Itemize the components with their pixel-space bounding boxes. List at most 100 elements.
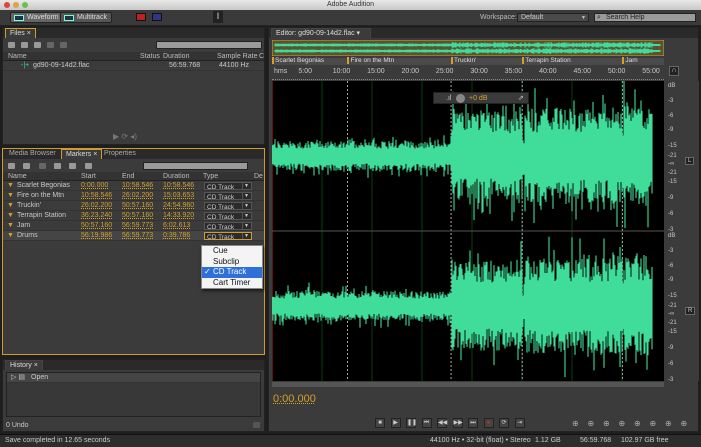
search-help-input[interactable]: ⌕ Search Help: [594, 13, 696, 22]
marker-end[interactable]: 10:58.546: [122, 181, 153, 190]
menu-item-cd-track[interactable]: CD Track: [202, 267, 262, 278]
marker-start[interactable]: 56:19.986: [81, 231, 112, 240]
marker-name[interactable]: Drums: [17, 231, 38, 240]
zoom-window-button[interactable]: [22, 2, 28, 8]
waveform-button[interactable]: Waveform: [10, 12, 64, 23]
zoom-out-amplitude-icon[interactable]: ⊕: [588, 419, 595, 428]
channel-label-r[interactable]: R: [685, 307, 696, 315]
marker-duration[interactable]: 14:33.920: [163, 211, 194, 220]
marker-name[interactable]: Fire on the Mtn: [17, 191, 64, 200]
marker-type-select[interactable]: CD Track ▼: [204, 222, 252, 231]
marker-type-select[interactable]: CD Track ▼: [204, 182, 252, 191]
zoom-out-time-icon[interactable]: ⊕: [619, 419, 626, 428]
timeline-ruler[interactable]: hms 5:00 10:00 15:00 20:00 25:00 30:00 35:00 40:…: [272, 66, 664, 80]
export-markers-icon[interactable]: [69, 163, 76, 169]
marker-start[interactable]: 50:57.160: [81, 221, 112, 230]
col-name[interactable]: Name: [8, 172, 27, 181]
marker-end[interactable]: 56:59.773: [122, 231, 153, 240]
minimize-window-button[interactable]: [13, 2, 19, 8]
record-button[interactable]: ●: [483, 418, 494, 428]
marker-row[interactable]: ▼ Drums 56:19.986 56:59.773 0:39.786 CD …: [3, 231, 264, 241]
history-item[interactable]: ▷ ▤ Open: [7, 373, 260, 383]
files-playback-controls[interactable]: ▶ ⟳ ◂): [113, 132, 137, 141]
close-window-button[interactable]: [4, 2, 10, 8]
col-end[interactable]: End: [122, 172, 134, 181]
menu-item-cart-timer[interactable]: Cart Timer: [202, 278, 262, 289]
horizontal-scrollbar[interactable]: [272, 382, 664, 387]
marker-type-select[interactable]: CD Track ▼: [204, 232, 252, 241]
loop-button[interactable]: ⟳: [499, 418, 509, 428]
marker-start[interactable]: 10:58.546: [81, 191, 112, 200]
zoom-in-amplitude-icon[interactable]: ⊕: [572, 419, 579, 428]
marker-row[interactable]: ▼ Terrapin Station 36:23.240 50:57.160 1…: [3, 211, 264, 221]
tab-history[interactable]: History ×: [5, 360, 43, 370]
marker-end[interactable]: 56:59.773: [122, 221, 153, 230]
pause-button[interactable]: ❚❚: [406, 418, 417, 428]
col-name[interactable]: Name: [8, 52, 27, 61]
merge-markers-icon[interactable]: [39, 163, 46, 169]
col-status[interactable]: Status: [140, 52, 160, 61]
marker-label[interactable]: Jam: [622, 57, 638, 64]
go-to-start-button[interactable]: ⏮: [421, 418, 432, 428]
marker-end[interactable]: 26:02.200: [122, 191, 153, 200]
col-start[interactable]: Start: [81, 172, 96, 181]
marker-start[interactable]: 0:00.000: [81, 181, 108, 190]
volume-knob[interactable]: [456, 94, 465, 103]
col-duration[interactable]: Duration: [163, 172, 189, 181]
insert-icon[interactable]: [47, 42, 54, 48]
marker-duration[interactable]: 10:58.546: [163, 181, 194, 190]
marker-end[interactable]: 50:57.160: [122, 211, 153, 220]
col-description[interactable]: De: [254, 172, 263, 181]
marker-label[interactable]: Terrapin Station: [522, 57, 571, 64]
markers-search-input[interactable]: [143, 162, 248, 170]
marker-row[interactable]: ▼ Jam 50:57.160 56:59.773 6:02.613 CD Tr…: [3, 221, 264, 231]
zoom-in-time-icon[interactable]: ⊕: [603, 419, 610, 428]
marker-end[interactable]: 50:57.160: [122, 201, 153, 210]
tab-editor[interactable]: Editor: gd90-09-14d2.flac ▾: [271, 28, 371, 38]
marker-name[interactable]: Truckin': [17, 201, 41, 210]
col-type[interactable]: Type: [203, 172, 218, 181]
marker-label[interactable]: Truckin': [451, 57, 476, 64]
zoom-selection-icon[interactable]: ⊕: [665, 419, 672, 428]
files-search-input[interactable]: [156, 41, 262, 49]
skip-selection-button[interactable]: ⇥: [514, 418, 525, 428]
current-time-display[interactable]: 0:00.000: [273, 393, 316, 405]
col-channels[interactable]: C: [259, 52, 264, 61]
channel-label-l[interactable]: L: [685, 157, 695, 165]
tab-media-browser[interactable]: Media Browser: [5, 149, 60, 159]
menu-item-subclip[interactable]: Subclip: [202, 257, 262, 268]
marker-duration[interactable]: 24:54.960: [163, 201, 194, 210]
tab-files[interactable]: Files ×: [5, 28, 36, 38]
insert-playlist-icon[interactable]: [54, 163, 61, 169]
zoom-out-full-icon[interactable]: ⊕: [681, 419, 688, 428]
marker-type-select[interactable]: CD Track ▼: [204, 212, 252, 221]
waveform-display[interactable]: [272, 81, 664, 381]
multitrack-button[interactable]: Multitrack: [60, 12, 112, 23]
col-duration[interactable]: Duration: [163, 52, 189, 61]
trash-icon[interactable]: [60, 42, 67, 48]
add-marker-icon[interactable]: [8, 163, 15, 169]
menu-item-cue[interactable]: Cue: [202, 246, 262, 257]
snap-magnet-icon[interactable]: ∩: [669, 66, 679, 76]
stop-button[interactable]: ■: [375, 418, 385, 428]
marker-name[interactable]: Scarlet Begonias: [17, 181, 70, 190]
marker-row[interactable]: ▼ Truckin' 26:02.200 50:57.160 24:54.960…: [3, 201, 264, 211]
waveform-overview[interactable]: [272, 40, 664, 56]
zoom-in-point-icon[interactable]: ⊕: [650, 419, 657, 428]
tab-properties[interactable]: Properties: [100, 149, 140, 159]
marker-name[interactable]: Jam: [17, 221, 30, 230]
open-file-icon[interactable]: [8, 42, 15, 48]
hud-volume-control[interactable]: .ıl +0 dB ⇗: [433, 92, 529, 104]
marker-row[interactable]: ▼ Fire on the Mtn 10:58.546 26:02.200 15…: [3, 191, 264, 201]
marker-duration[interactable]: 6:02.613: [163, 221, 190, 230]
marker-label[interactable]: Fire on the Mtn: [347, 57, 394, 64]
marker-type-select[interactable]: CD Track ▼: [204, 192, 252, 201]
rewind-button[interactable]: ◀◀: [437, 418, 447, 428]
trash-icon[interactable]: [253, 422, 260, 428]
spectral-frequency-icon[interactable]: [136, 13, 146, 21]
marker-name[interactable]: Terrapin Station: [17, 211, 66, 220]
marker-start[interactable]: 36:23.240: [81, 211, 112, 220]
marker-label[interactable]: Scarlet Begonias: [272, 57, 324, 64]
fast-forward-button[interactable]: ▶▶: [452, 418, 463, 428]
marker-type-select[interactable]: CD Track ▼: [204, 202, 252, 211]
